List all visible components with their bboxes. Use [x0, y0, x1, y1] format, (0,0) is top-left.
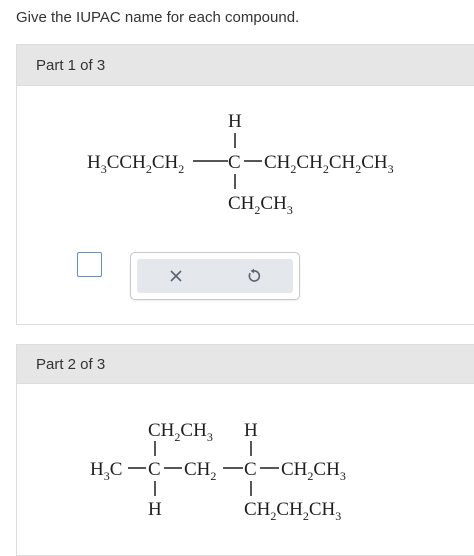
p1-left-chain: H3CCH2CH2	[87, 152, 184, 176]
p2-c1-bottom: H	[148, 499, 162, 520]
p2-left: H3C	[90, 459, 122, 483]
part-1-title: Part 1 of 3	[36, 56, 106, 74]
p2-c2-bottom: CH2CH2CH3	[244, 499, 341, 523]
p2-c1-top: CH2CH3	[148, 420, 213, 444]
part-2-structure: CH2CH3 H H3C C CH2 C CH2CH3 H CH2CH2CH3	[90, 420, 346, 523]
p2-right: CH2CH3	[281, 459, 346, 483]
question-prompt: Give the IUPAC name for each compound.	[16, 9, 300, 26]
part-2-title: Part 2 of 3	[36, 355, 106, 373]
p2-c2-top: H	[244, 420, 258, 441]
p1-center-c: C	[228, 152, 241, 173]
p1-top-h: H	[228, 111, 242, 132]
answer-tools-bar	[137, 259, 293, 293]
p1-bottom-chain: CH2CH3	[228, 193, 293, 217]
part-1-header: Part 1 of 3	[17, 45, 474, 86]
p2-c2: C	[244, 459, 257, 480]
undo-icon	[248, 268, 261, 282]
answer-tools	[130, 252, 300, 300]
part-1-panel: Part 1 of 3 H H3CCH2CH2 C CH2CH2CH2CH3 C…	[16, 44, 474, 325]
answer-input[interactable]	[77, 252, 102, 277]
p2-c1: C	[148, 459, 161, 480]
p2-middle: CH2	[184, 459, 216, 483]
p1-right-chain: CH2CH2CH2CH3	[264, 152, 394, 176]
part-2-panel: Part 2 of 3 CH2CH3 H H3C C CH2 C CH2CH3 …	[16, 344, 474, 556]
reset-button[interactable]	[234, 261, 274, 291]
clear-button[interactable]	[156, 261, 196, 291]
x-icon	[170, 270, 182, 282]
part-2-header: Part 2 of 3	[17, 345, 474, 384]
